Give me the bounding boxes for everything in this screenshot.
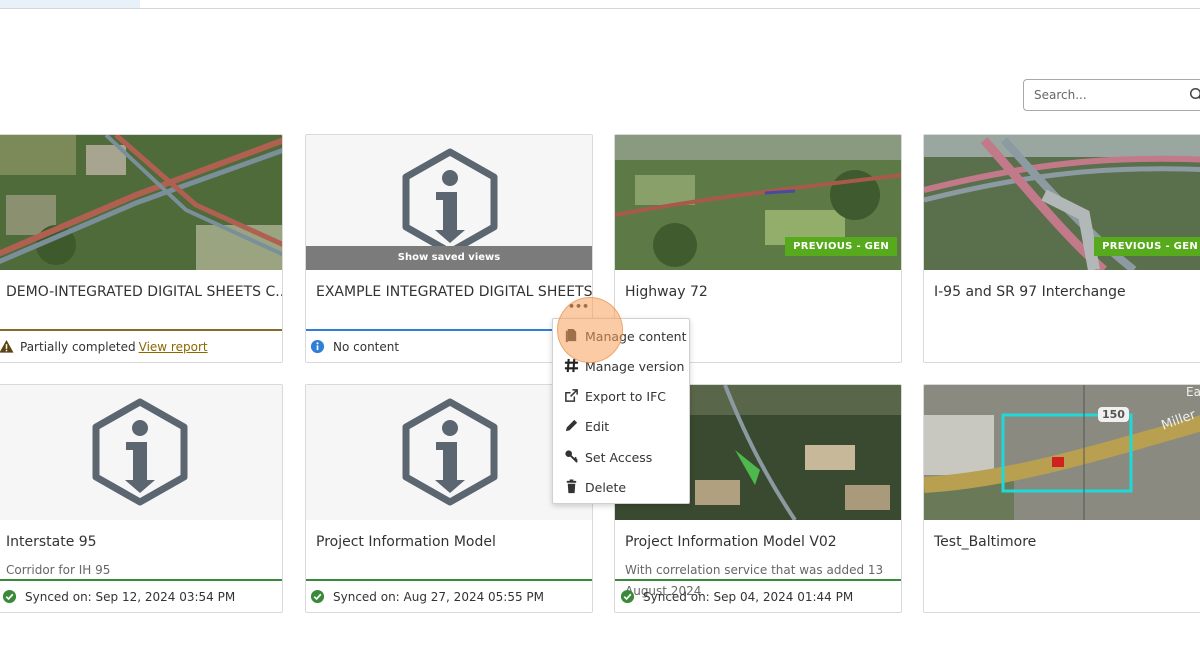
menu-item-label: Export to IFC <box>585 389 667 404</box>
search-input[interactable] <box>1034 88 1184 102</box>
project-thumbnail[interactable]: PREVIOUS - GEN <box>615 135 901 270</box>
project-card[interactable]: DEMO-INTEGRATED DIGITAL SHEETS C... Part… <box>0 134 283 363</box>
top-tab-bar <box>0 0 1200 9</box>
project-card[interactable]: 150 Miller Ea Test_Baltimore <box>923 384 1200 613</box>
previous-gen-badge: PREVIOUS - GEN <box>785 237 897 256</box>
card-status-bar: Synced on: Sep 12, 2024 03:54 PM <box>0 579 282 612</box>
info-icon <box>310 339 325 354</box>
info-placeholder-icon <box>306 385 592 520</box>
menu-item-label: Delete <box>585 480 627 495</box>
project-thumbnail[interactable]: 150 Miller Ea <box>924 385 1200 520</box>
search-box[interactable] <box>1023 79 1200 111</box>
check-circle-icon <box>2 589 17 604</box>
project-thumbnail[interactable]: PREVIOUS - GEN <box>924 135 1200 270</box>
menu-item-export-ifc[interactable]: Export to IFC <box>553 381 689 411</box>
project-thumbnail[interactable] <box>0 135 282 270</box>
project-card[interactable]: Show saved views EXAMPLE INTEGRATED DIGI… <box>305 134 593 363</box>
menu-item-set-access[interactable]: Set Access <box>553 442 689 472</box>
card-title[interactable]: Project Information Model <box>316 534 496 550</box>
pencil-icon <box>565 419 578 432</box>
project-thumbnail[interactable]: Show saved views <box>306 135 592 270</box>
menu-item-delete[interactable]: Delete <box>553 472 689 502</box>
active-tab[interactable] <box>0 0 140 8</box>
card-status-bar: No content <box>306 329 592 362</box>
card-status-bar: Partially completed View report <box>0 329 282 362</box>
project-card[interactable]: Project Information Model Synced on: Aug… <box>305 384 593 613</box>
card-status-text: Synced on: Sep 12, 2024 03:54 PM <box>25 590 236 604</box>
project-card[interactable]: PREVIOUS - GEN I-95 and SR 97 Interchang… <box>923 134 1200 363</box>
info-placeholder-icon <box>0 385 282 520</box>
card-status-text: Synced on: Aug 27, 2024 05:55 PM <box>333 590 545 604</box>
card-title[interactable]: DEMO-INTEGRATED DIGITAL SHEETS C... <box>6 284 282 300</box>
check-circle-icon <box>620 589 635 604</box>
card-title[interactable]: Interstate 95 <box>6 534 97 550</box>
menu-item-edit[interactable]: Edit <box>553 411 689 441</box>
menu-item-label: Edit <box>585 419 610 434</box>
card-title[interactable]: Project Information Model V02 <box>625 534 837 550</box>
export-icon <box>565 389 578 402</box>
click-highlight <box>557 297 623 363</box>
map-label-150: 150 <box>1098 407 1129 422</box>
show-saved-views-button[interactable]: Show saved views <box>306 246 592 270</box>
card-status-text: Partially completed View report <box>20 340 208 354</box>
warning-icon <box>0 339 14 353</box>
card-description: Corridor for IH 95 <box>6 563 111 577</box>
menu-item-label: Set Access <box>585 450 653 465</box>
card-status-bar: Synced on: Aug 27, 2024 05:55 PM <box>306 579 592 612</box>
status-label: Partially completed <box>20 340 136 354</box>
key-icon <box>565 450 578 463</box>
project-thumbnail[interactable] <box>306 385 592 520</box>
search-icon[interactable] <box>1189 87 1200 103</box>
card-status-text: Synced on: Sep 04, 2024 01:44 PM <box>643 590 854 604</box>
card-status-bar: Synced on: Sep 04, 2024 01:44 PM <box>615 579 901 612</box>
project-card[interactable]: Interstate 95 Corridor for IH 95 Synced … <box>0 384 283 613</box>
card-status-text: No content <box>333 340 400 354</box>
map-label-ea: Ea <box>1186 385 1200 399</box>
card-title[interactable]: Highway 72 <box>625 284 708 300</box>
trash-icon <box>566 479 577 494</box>
project-thumbnail[interactable] <box>0 385 282 520</box>
card-title[interactable]: Test_Baltimore <box>934 534 1036 550</box>
card-title[interactable]: I-95 and SR 97 Interchange <box>934 284 1126 300</box>
check-circle-icon <box>310 589 325 604</box>
previous-gen-badge: PREVIOUS - GEN <box>1094 237 1200 256</box>
view-report-link[interactable]: View report <box>139 340 208 354</box>
card-title[interactable]: EXAMPLE INTEGRATED DIGITAL SHEETS <box>316 284 592 300</box>
